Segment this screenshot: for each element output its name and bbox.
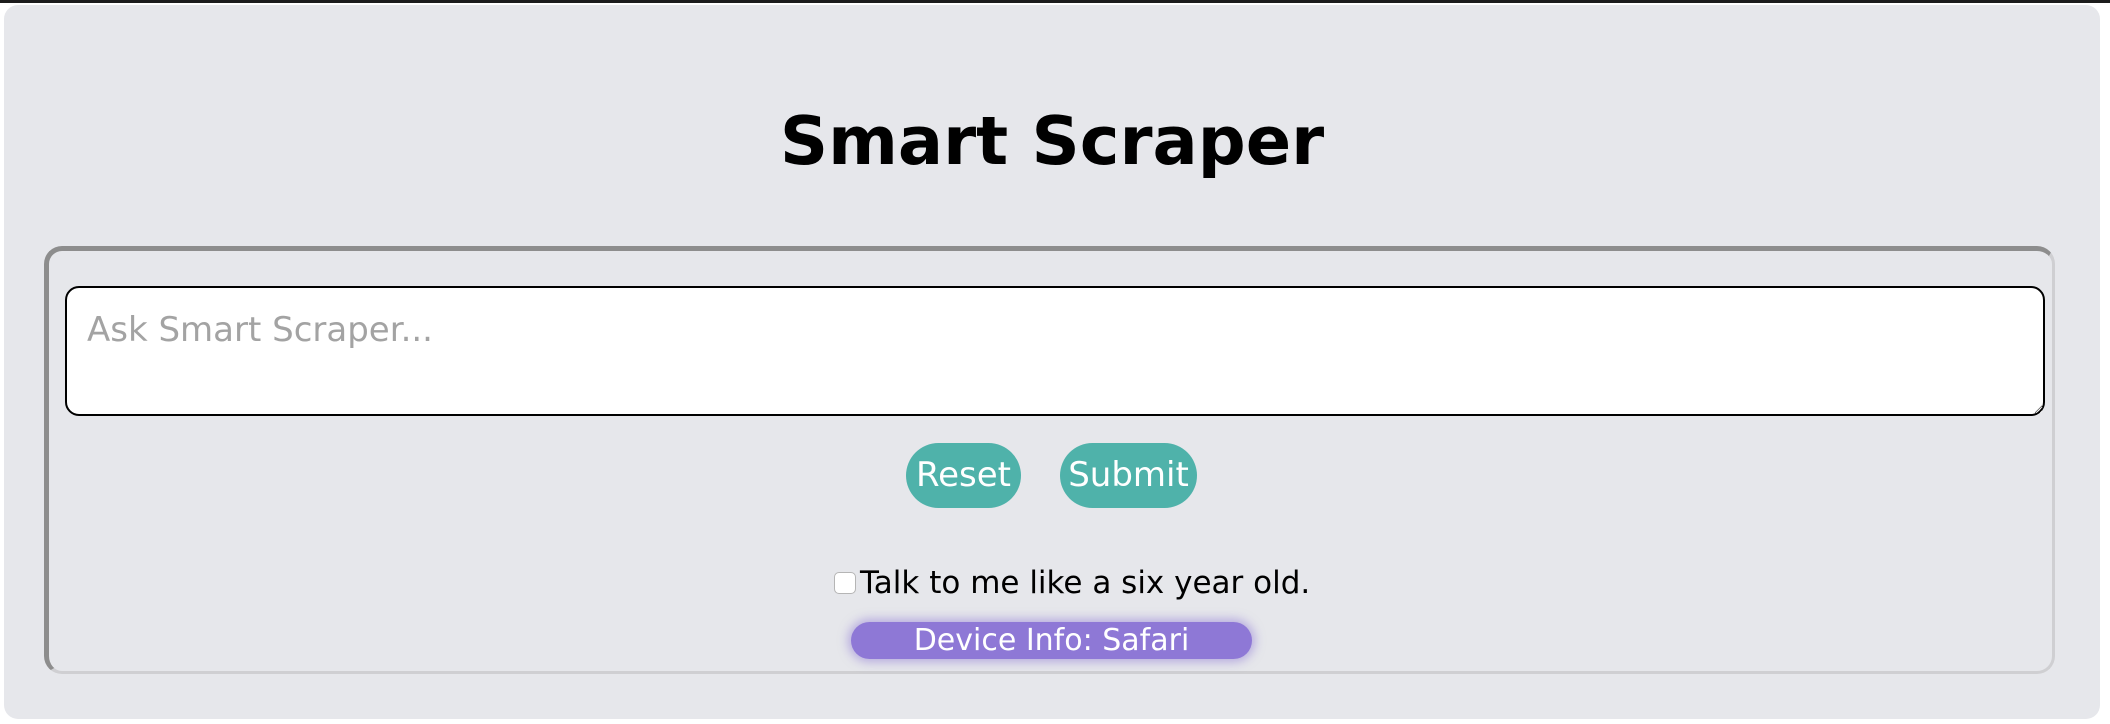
top-edge-bar <box>0 0 2110 3</box>
reset-button[interactable]: Reset <box>906 443 1021 508</box>
six-year-old-option[interactable]: Talk to me like a six year old. <box>834 562 1310 604</box>
six-year-old-label: Talk to me like a six year old. <box>860 565 1311 601</box>
page-title: Smart Scraper <box>779 102 1325 180</box>
submit-button[interactable]: Submit <box>1060 443 1197 508</box>
query-input[interactable] <box>65 286 2045 416</box>
six-year-old-checkbox[interactable] <box>834 572 856 594</box>
device-info-badge: Device Info: Safari <box>851 622 1252 659</box>
